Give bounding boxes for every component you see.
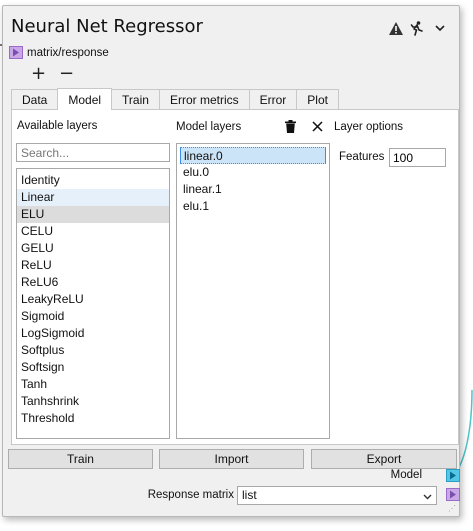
available-layer-item[interactable]: LeakyReLU: [17, 291, 169, 308]
trash-icon[interactable]: [282, 118, 298, 134]
available-layer-item[interactable]: GELU: [17, 240, 169, 257]
available-layer-item[interactable]: CELU: [17, 223, 169, 240]
model-output-port[interactable]: [446, 469, 460, 482]
close-icon[interactable]: [309, 118, 325, 134]
layer-options-label: Layer options: [334, 121, 404, 133]
tab-model[interactable]: Model: [57, 88, 113, 110]
available-layer-item[interactable]: Softsign: [17, 359, 169, 376]
response-matrix-select[interactable]: list: [237, 486, 437, 505]
features-label: Features: [339, 151, 385, 163]
tab-error-metrics[interactable]: Error metrics: [158, 89, 250, 110]
tab-plot[interactable]: Plot: [296, 89, 339, 110]
remove-button[interactable]: −: [59, 65, 74, 83]
model-layer-item[interactable]: linear.0: [180, 147, 326, 164]
response-matrix-output-port[interactable]: [446, 488, 460, 501]
available-layer-item[interactable]: ReLU6: [17, 274, 169, 291]
tab-error[interactable]: Error: [248, 89, 298, 110]
model-tab-pane: Available layers IdentityLinearELUCELUGE…: [11, 109, 459, 445]
export-button[interactable]: Export: [311, 449, 457, 469]
model-layer-item[interactable]: linear.1: [180, 181, 326, 198]
available-layer-item[interactable]: ReLU: [17, 257, 169, 274]
features-input[interactable]: [389, 148, 446, 167]
run-icon[interactable]: [409, 20, 425, 36]
available-layer-item[interactable]: Threshold: [17, 410, 169, 427]
train-button[interactable]: Train: [8, 449, 153, 469]
available-layers-list[interactable]: Identity Linear ELU CELU GELU ReLU ReLU6 LeakyR…: [16, 168, 170, 439]
available-layer-item[interactable]: Tanhshrink: [17, 393, 169, 410]
response-matrix-value: list: [242, 488, 257, 502]
model-output-label: Model: [390, 469, 422, 481]
warning-icon[interactable]: [388, 20, 404, 36]
import-button[interactable]: Import: [159, 449, 304, 469]
chevron-down-icon: [423, 489, 432, 503]
model-layers-list[interactable]: linear.0 elu.0 linear.1 elu.1: [176, 143, 330, 439]
available-layer-item[interactable]: LogSigmoid: [17, 325, 169, 342]
available-layer-item[interactable]: Tanh: [17, 376, 169, 393]
model-layer-item[interactable]: elu.0: [180, 164, 326, 181]
tab-data[interactable]: Data: [11, 89, 59, 110]
model-layers-label: Model layers: [176, 121, 242, 133]
chevron-down-icon[interactable]: [432, 20, 448, 36]
available-layers-label: Available layers: [17, 120, 98, 132]
layer-search-input[interactable]: [16, 143, 170, 162]
available-layer-item[interactable]: Identity: [17, 172, 169, 189]
available-layer-item[interactable]: Softplus: [17, 342, 169, 359]
add-button[interactable]: +: [31, 65, 46, 83]
available-layer-item[interactable]: ELU: [17, 206, 169, 223]
response-matrix-label: Response matrix: [147, 489, 234, 501]
input-port-label: matrix/response: [27, 47, 109, 59]
tab-bar: Data Model Train Error metrics Error Plot: [11, 88, 339, 110]
model-layer-item[interactable]: elu.1: [180, 198, 326, 215]
available-layer-item[interactable]: Sigmoid: [17, 308, 169, 325]
input-port[interactable]: [9, 46, 23, 59]
available-layer-item[interactable]: Linear: [17, 189, 169, 206]
node-title: Neural Net Regressor: [11, 16, 203, 37]
resize-grip-icon[interactable]: ⋰: [448, 505, 456, 513]
node-panel: Neural Net Regressor matrix/response + −…: [2, 5, 460, 517]
tab-train[interactable]: Train: [111, 89, 160, 110]
